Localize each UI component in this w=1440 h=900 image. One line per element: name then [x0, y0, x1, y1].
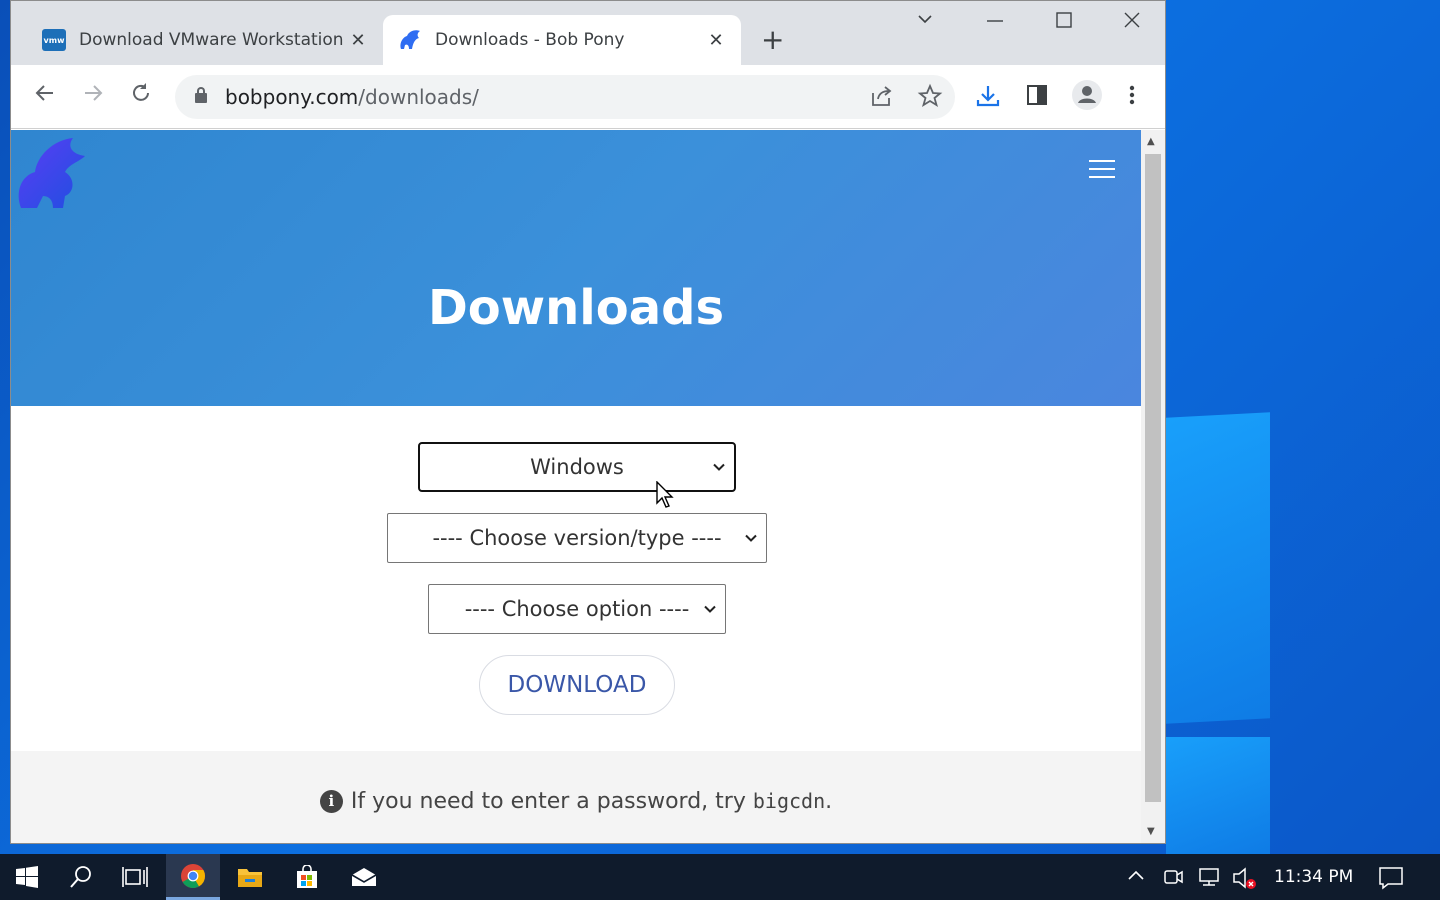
- back-icon[interactable]: [33, 81, 57, 111]
- hero-banner: Downloads: [11, 130, 1141, 406]
- meet-now-icon[interactable]: [1162, 866, 1184, 893]
- scroll-down-arrow-icon[interactable]: ▼: [1147, 826, 1155, 837]
- file-explorer-icon[interactable]: [223, 854, 277, 900]
- address-bar[interactable]: bobpony.com/downloads/: [175, 75, 955, 119]
- password-note-band: i If you need to enter a password, try bi…: [11, 751, 1141, 843]
- bobpony-logo-icon[interactable]: [13, 132, 89, 210]
- menu-kebab-icon[interactable]: [1127, 83, 1137, 113]
- lock-icon[interactable]: [195, 87, 207, 103]
- scrollbar-thumb[interactable]: [1145, 154, 1161, 802]
- minimize-icon[interactable]: [985, 9, 1005, 34]
- vmware-favicon-icon: vmw: [41, 27, 67, 53]
- scroll-up-arrow-icon[interactable]: ▲: [1147, 136, 1155, 147]
- page-title: Downloads: [427, 280, 725, 336]
- close-tab-icon[interactable]: ✕: [347, 30, 369, 51]
- tab-title: Download VMware Workstation: [79, 30, 344, 50]
- windows-logo-pane: [1166, 737, 1270, 854]
- close-tab-icon[interactable]: ✕: [705, 30, 727, 51]
- tab-title: Downloads - Bob Pony: [435, 30, 625, 50]
- bookmark-star-icon[interactable]: [917, 83, 943, 115]
- os-select-value: Windows: [530, 455, 624, 479]
- tab-vmware[interactable]: vmw Download VMware Workstation ✕: [27, 15, 383, 65]
- password-code: bigcdn: [752, 789, 826, 813]
- tab-bobpony-downloads[interactable]: Downloads - Bob Pony ✕: [383, 15, 741, 65]
- info-icon: i: [319, 790, 343, 813]
- network-icon[interactable]: [1196, 866, 1222, 893]
- windows-logo-pane: [1166, 412, 1270, 724]
- maximize-icon[interactable]: [1054, 9, 1074, 34]
- windows-start-icon[interactable]: [0, 854, 54, 900]
- action-center-icon[interactable]: [1378, 866, 1404, 895]
- downloads-icon[interactable]: [975, 83, 1001, 115]
- password-note: i If you need to enter a password, try bi…: [11, 789, 1141, 814]
- side-panel-icon[interactable]: [1025, 83, 1049, 113]
- tab-search-icon[interactable]: [915, 9, 935, 34]
- tab-strip: vmw Download VMware Workstation ✕ Downlo…: [11, 1, 1165, 65]
- close-window-icon[interactable]: [1122, 9, 1142, 34]
- profile-avatar-icon[interactable]: [1071, 79, 1103, 117]
- reload-icon[interactable]: [129, 81, 153, 111]
- browser-window: vmw Download VMware Workstation ✕ Downlo…: [10, 0, 1166, 844]
- mouse-pointer-icon: [656, 480, 676, 509]
- chrome-icon[interactable]: [166, 854, 220, 900]
- page-scrollbar[interactable]: ▲ ▼: [1141, 130, 1165, 843]
- os-select[interactable]: Windows: [418, 442, 736, 492]
- version-select-value: ---- Choose version/type ----: [432, 526, 722, 550]
- option-select-value: ---- Choose option ----: [464, 597, 690, 621]
- store-icon[interactable]: [280, 854, 334, 900]
- url-text[interactable]: bobpony.com/downloads/: [225, 85, 479, 109]
- bobpony-favicon-icon: [397, 27, 423, 53]
- browser-toolbar: bobpony.com/downloads/: [11, 65, 1165, 129]
- taskbar-clock[interactable]: 11:34 PM: [1274, 867, 1353, 887]
- option-select[interactable]: ---- Choose option ----: [428, 584, 726, 634]
- show-hidden-icons-chevron-icon[interactable]: [1126, 866, 1146, 891]
- forward-icon[interactable]: [81, 81, 105, 111]
- taskbar: 11:34 PM: [0, 854, 1440, 900]
- share-icon[interactable]: [869, 83, 895, 115]
- chevron-down-icon: [712, 458, 726, 477]
- new-tab-button[interactable]: +: [761, 23, 784, 56]
- search-icon[interactable]: [54, 854, 108, 900]
- page-viewport: Downloads Windows ---- Choose version/ty…: [11, 130, 1141, 843]
- volume-muted-icon[interactable]: [1232, 866, 1258, 895]
- version-select[interactable]: ---- Choose version/type ----: [387, 513, 767, 563]
- task-view-icon[interactable]: [108, 854, 162, 900]
- download-button[interactable]: DOWNLOAD: [479, 655, 675, 715]
- mail-icon[interactable]: [337, 854, 391, 900]
- hamburger-menu-icon[interactable]: [1089, 160, 1115, 178]
- chevron-down-icon: [744, 529, 758, 548]
- chevron-down-icon: [703, 600, 717, 619]
